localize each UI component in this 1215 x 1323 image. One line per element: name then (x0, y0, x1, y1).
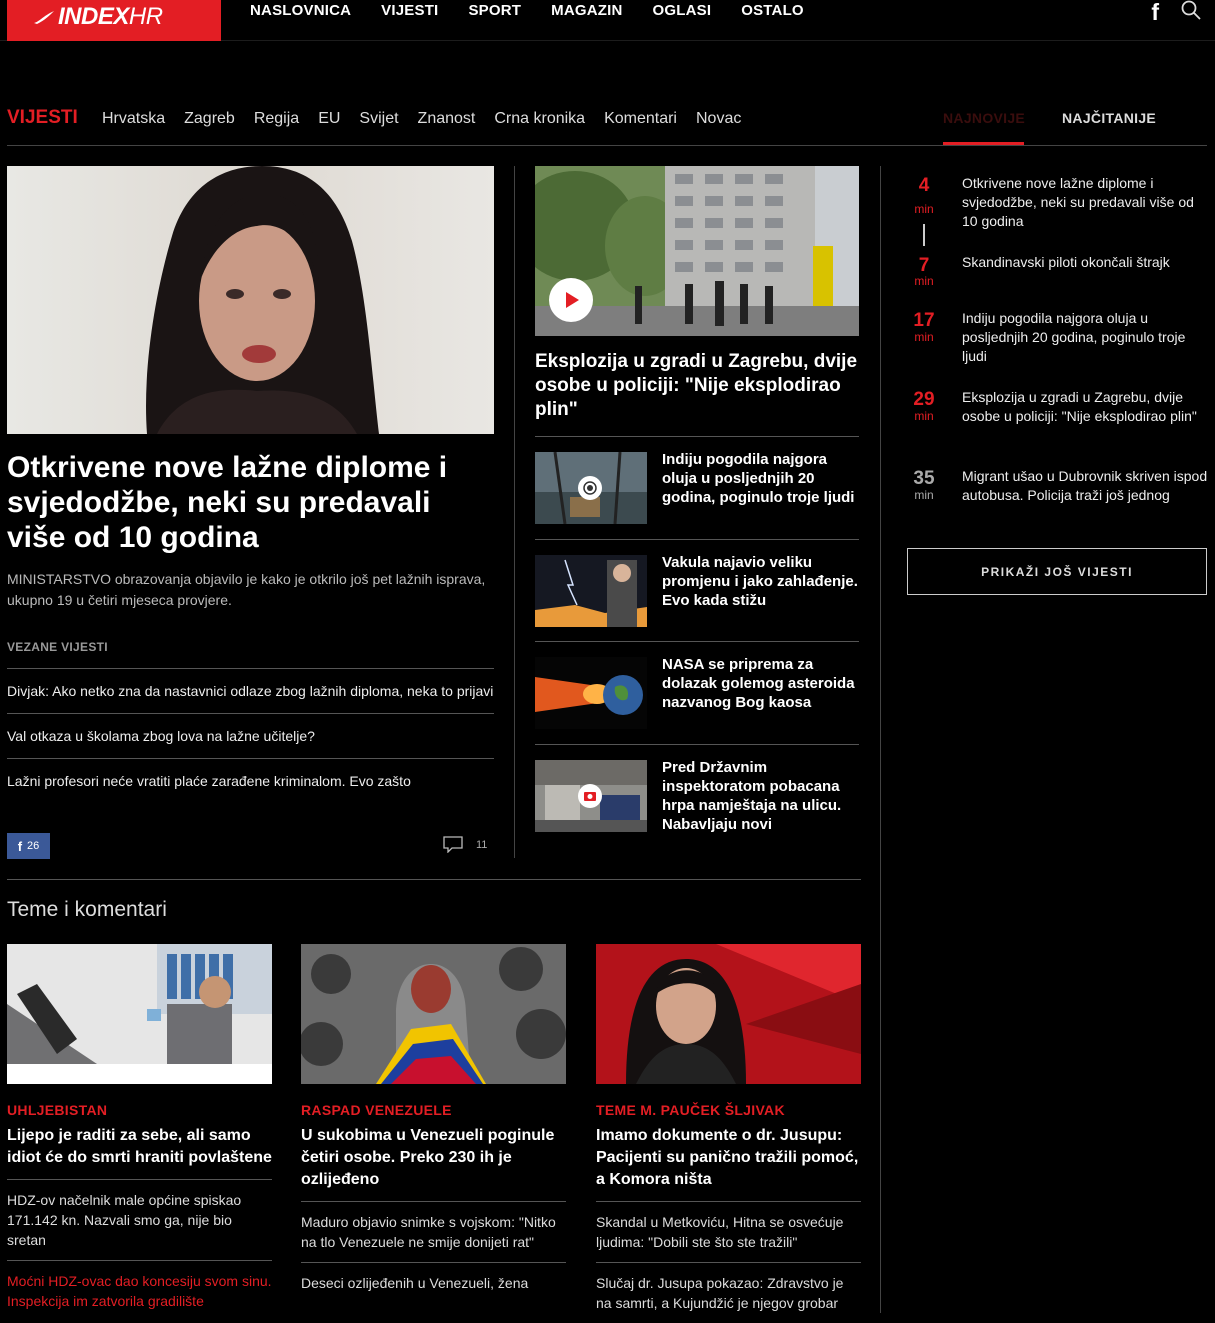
nav-ostalo[interactable]: OSTALO (741, 2, 804, 19)
nav-vijesti[interactable]: VIJESTI (381, 2, 438, 19)
section-nav: VIJESTI Hrvatska Zagreb Regija EU Svijet… (7, 100, 1207, 146)
article-thumbnail[interactable] (535, 657, 647, 729)
topic-title[interactable]: Lijepo je raditi za sebe, ali samo idiot… (7, 1125, 272, 1180)
topic-image[interactable] (299, 944, 566, 1089)
minutes-ago: 4 (918, 175, 930, 196)
sidebar-tabs: NAJNOVIJE NAJČITANIJE (943, 100, 1207, 146)
topic-column: TEME M. PAUČEK ŠLJIVAK Imamo dokumente o… (596, 944, 861, 1323)
list-item[interactable]: Pred Državnim inspektoratom pobacana hrp… (535, 743, 859, 844)
topic-column: RASPAD VENEZUELE U sukobima u Venezueli … (299, 944, 566, 1303)
logo-text: INDEXHR (58, 2, 163, 30)
category-crna-kronika[interactable]: Crna kronika (494, 110, 585, 128)
latest-news-title: Otkrivene nove lažne diplome i svjedodžb… (962, 175, 1194, 229)
section-divider (7, 879, 861, 880)
show-more-news-button[interactable]: PRIKAŽI JOŠ VIJESTI (907, 548, 1207, 595)
nav-sport[interactable]: SPORT (468, 2, 521, 19)
topic-kicker[interactable]: TEME M. PAUČEK ŠLJIVAK (596, 1102, 861, 1118)
video-play-icon[interactable] (549, 278, 593, 322)
article-title[interactable]: Vakula najavio veliku promjenu i jako za… (662, 553, 859, 610)
share-count: 26 (27, 840, 40, 852)
list-item[interactable]: Indiju pogodila najgora oluja u posljedn… (535, 436, 859, 539)
facebook-share-button[interactable]: f 26 (7, 833, 50, 859)
minutes-unit: min (914, 202, 934, 216)
topic-sub-item[interactable]: Moćni HDZ-ovac dao koncesiju svom sinu. … (7, 1261, 272, 1321)
related-news-item[interactable]: Lažni profesori neće vratiti plaće zarađ… (7, 758, 494, 803)
photo-gallery-icon (578, 783, 602, 808)
minutes-unit: min (914, 409, 934, 423)
nav-oglasi[interactable]: OGLASI (653, 2, 712, 19)
featured-article-title[interactable]: Eksplozija u zgradi u Zagrebu, dvije oso… (535, 350, 859, 422)
topic-title[interactable]: U sukobima u Venezueli poginule četiri o… (301, 1125, 566, 1202)
site-logo[interactable]: INDEXHR (7, 0, 221, 41)
comment-count: 11 (476, 838, 488, 851)
minutes-ago: 35 (913, 468, 935, 489)
latest-news-title: Migrant ušao u Dubrovnik skriven ispod a… (962, 468, 1208, 503)
top-bar: INDEXHR NASLOVNICA VIJESTI SPORT MAGAZIN… (0, 0, 1215, 41)
category-zagreb[interactable]: Zagreb (184, 110, 235, 128)
topic-column: UHLJEBISTAN Lijepo je raditi za sebe, al… (7, 944, 272, 1321)
latest-news-title: Eksplozija u zgradi u Zagrebu, dvije oso… (962, 389, 1197, 424)
article-title[interactable]: Pred Državnim inspektoratom pobacana hrp… (662, 758, 859, 834)
section-heading: Teme i komentari (7, 898, 167, 921)
timeline-connector (923, 224, 925, 246)
related-news-item[interactable]: Divjak: Ako netko zna da nastavnici odla… (7, 668, 494, 713)
facebook-icon[interactable]: f (1151, 0, 1159, 26)
minutes-ago: 17 (913, 310, 935, 331)
topic-kicker[interactable]: RASPAD VENEZUELE (301, 1102, 566, 1118)
list-item[interactable]: NASA se priprema za dolazak golemog aste… (535, 641, 859, 744)
list-item[interactable]: Vakula najavio veliku promjenu i jako za… (535, 538, 859, 642)
category-komentari[interactable]: Komentari (604, 110, 677, 128)
category-novac[interactable]: Novac (696, 110, 741, 128)
minutes-ago: 7 (918, 255, 930, 276)
middle-article-list: Indiju pogodila najgora oluja u posljedn… (535, 436, 859, 844)
comments-link[interactable]: 11 (443, 836, 487, 853)
latest-news-title: Skandinavski piloti okončali štrajk (962, 254, 1170, 270)
related-news-item[interactable]: Val otkaza u školama zbog lova na lažne … (7, 713, 494, 758)
category-list: Hrvatska Zagreb Regija EU Svijet Znanost… (102, 110, 741, 128)
topic-sub-item[interactable]: Maduro objavio snimke s vojskom: "Nitko … (301, 1202, 566, 1263)
minutes-unit: min (914, 274, 934, 288)
column-divider (514, 166, 515, 858)
minutes-ago: 29 (913, 389, 935, 410)
lead-article-subtitle: MINISTARSTVO obrazovanja objavilo je kak… (7, 571, 486, 608)
topic-title[interactable]: Imamo dokumente o dr. Jusupu: Pacijenti … (596, 1125, 861, 1202)
tab-najcitanije[interactable]: NAJČITANIJE (1062, 110, 1156, 126)
active-tab-indicator (943, 142, 1024, 145)
category-hrvatska[interactable]: Hrvatska (102, 110, 165, 128)
topic-sub-item[interactable]: HDZ-ov načelnik male općine spiskao 171.… (7, 1180, 272, 1261)
minutes-unit: min (914, 330, 934, 344)
facebook-icon: f (17, 838, 23, 854)
nav-magazin[interactable]: MAGAZIN (551, 2, 622, 19)
topic-kicker[interactable]: UHLJEBISTAN (7, 1102, 272, 1118)
topic-image[interactable] (596, 944, 861, 1089)
category-eu[interactable]: EU (318, 110, 340, 128)
section-title[interactable]: VIJESTI (7, 107, 78, 129)
article-title[interactable]: NASA se priprema za dolazak golemog aste… (662, 655, 859, 712)
comment-icon (443, 836, 463, 853)
lead-article-image[interactable] (7, 166, 494, 434)
category-znanost[interactable]: Znanost (418, 110, 476, 128)
main-nav: NASLOVNICA VIJESTI SPORT MAGAZIN OGLASI … (250, 2, 804, 19)
topic-image[interactable] (7, 944, 272, 1089)
article-title[interactable]: Indiju pogodila najgora oluja u posljedn… (662, 450, 859, 507)
nav-naslovnica[interactable]: NASLOVNICA (250, 2, 351, 19)
related-news-list: Divjak: Ako netko zna da nastavnici odla… (7, 668, 494, 803)
gallery-icon (578, 476, 602, 500)
topic-sub-item[interactable]: Skandal u Metkoviću, Hitna se osvećuje l… (596, 1202, 861, 1263)
category-regija[interactable]: Regija (254, 110, 299, 128)
logo-swoosh-icon (34, 10, 54, 24)
related-news-heading: VEZANE VIJESTI (7, 640, 108, 654)
lead-article-title[interactable]: Otkrivene nove lažne diplome i svjedodžb… (7, 450, 494, 555)
header-icons: f (1151, 0, 1201, 26)
topic-sub-item[interactable]: Deseci ozlijeđenih u Venezueli, žena (301, 1263, 566, 1303)
category-svijet[interactable]: Svijet (359, 110, 398, 128)
topic-sub-item[interactable]: Slučaj dr. Jusupa pokazao: Zdravstvo je … (596, 1263, 861, 1323)
latest-news-title: Indiju pogodila najgora oluja u posljedn… (962, 310, 1186, 364)
article-thumbnail[interactable] (535, 554, 647, 627)
column-divider (880, 166, 881, 1313)
tab-najnovije[interactable]: NAJNOVIJE (943, 110, 1025, 126)
search-icon[interactable] (1181, 0, 1201, 25)
minutes-unit: min (914, 488, 934, 502)
